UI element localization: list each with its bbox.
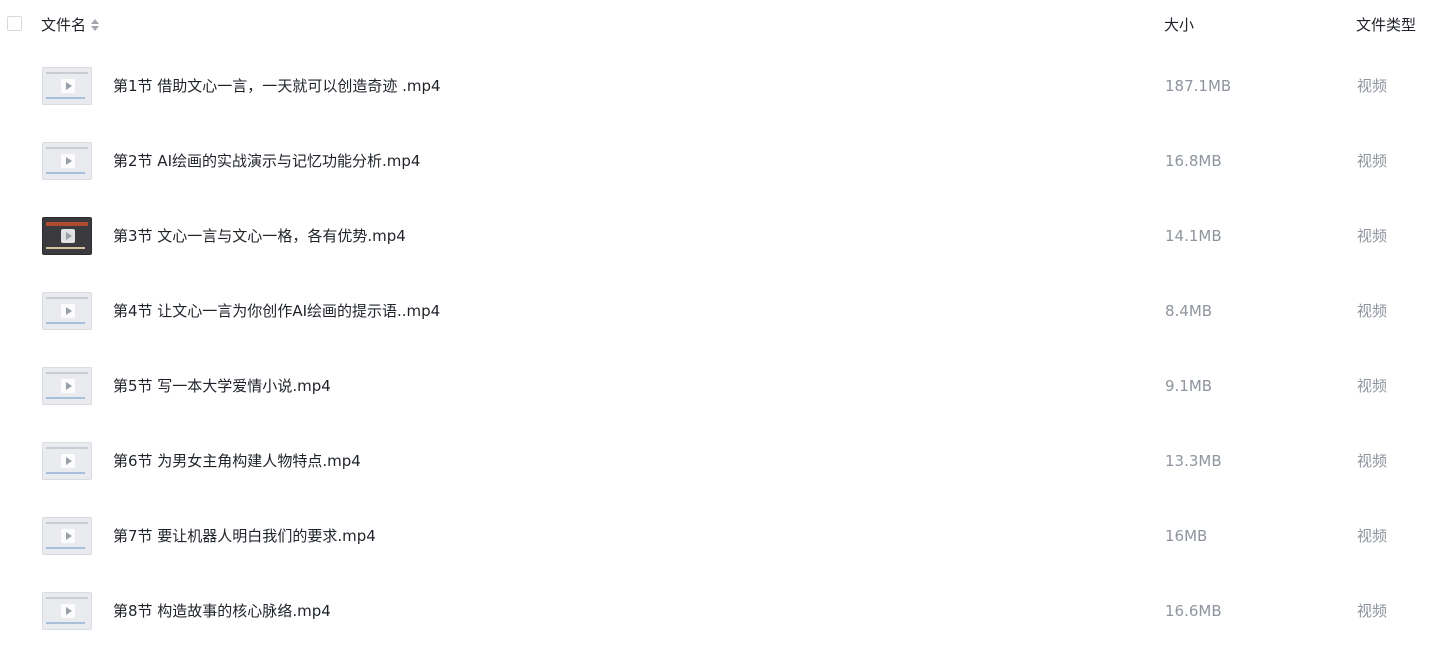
video-thumbnail-icon [42,142,92,180]
column-header-type[interactable]: 文件类型 [1356,15,1416,35]
file-size: 8.4MB [1165,302,1213,320]
file-type: 视频 [1357,527,1388,545]
file-type: 视频 [1357,377,1388,395]
file-name[interactable]: 第7节 要让机器人明白我们的要求.mp4 [113,526,376,546]
video-thumbnail-icon [42,217,92,255]
file-row[interactable]: 第3节 文心一言与文心一格，各有优势.mp4 14.1MB 视频 [0,199,1451,274]
file-type: 视频 [1357,452,1388,470]
file-row[interactable]: 第6节 为男女主角构建人物特点.mp4 13.3MB 视频 [0,424,1451,499]
file-type: 视频 [1357,77,1388,95]
file-type: 视频 [1357,302,1388,320]
column-header-size[interactable]: 大小 [1164,15,1194,35]
video-thumbnail-icon [42,67,92,105]
file-name[interactable]: 第2节 AI绘画的实战演示与记忆功能分析.mp4 [113,151,420,171]
file-name[interactable]: 第4节 让文心一言为你创作AI绘画的提示语..mp4 [113,301,440,321]
video-thumbnail-icon [42,517,92,555]
file-list: 第1节 借助文心一言，一天就可以创造奇迹 .mp4 187.1MB 视频 第2节… [0,49,1451,649]
video-thumbnail-icon [42,592,92,630]
file-row[interactable]: 第2节 AI绘画的实战演示与记忆功能分析.mp4 16.8MB 视频 [0,124,1451,199]
file-name[interactable]: 第3节 文心一言与文心一格，各有优势.mp4 [113,226,406,246]
video-thumbnail-icon [42,367,92,405]
file-row[interactable]: 第8节 构造故事的核心脉络.mp4 16.6MB 视频 [0,574,1451,649]
video-thumbnail-icon [42,292,92,330]
file-list-header: 文件名 大小 文件类型 [0,0,1451,50]
file-row[interactable]: 第4节 让文心一言为你创作AI绘画的提示语..mp4 8.4MB 视频 [0,274,1451,349]
column-header-name-label: 文件名 [41,16,87,34]
file-type: 视频 [1357,602,1388,620]
file-size: 187.1MB [1165,77,1232,95]
file-size: 9.1MB [1165,377,1213,395]
file-name[interactable]: 第6节 为男女主角构建人物特点.mp4 [113,451,361,471]
select-all-checkbox[interactable] [7,16,22,31]
file-type: 视频 [1357,227,1388,245]
file-name[interactable]: 第5节 写一本大学爱情小说.mp4 [113,376,331,396]
file-name[interactable]: 第8节 构造故事的核心脉络.mp4 [113,601,331,621]
file-size: 16.6MB [1165,602,1222,620]
file-type: 视频 [1357,152,1388,170]
file-size: 16.8MB [1165,152,1222,170]
column-header-name[interactable]: 文件名 [41,15,100,35]
file-row[interactable]: 第1节 借助文心一言，一天就可以创造奇迹 .mp4 187.1MB 视频 [0,49,1451,124]
file-row[interactable]: 第5节 写一本大学爱情小说.mp4 9.1MB 视频 [0,349,1451,424]
video-thumbnail-icon [42,442,92,480]
file-size: 14.1MB [1165,227,1222,245]
sort-icon[interactable] [91,18,100,32]
file-name[interactable]: 第1节 借助文心一言，一天就可以创造奇迹 .mp4 [113,76,441,96]
file-size: 16MB [1165,527,1208,545]
file-size: 13.3MB [1165,452,1222,470]
file-row[interactable]: 第7节 要让机器人明白我们的要求.mp4 16MB 视频 [0,499,1451,574]
